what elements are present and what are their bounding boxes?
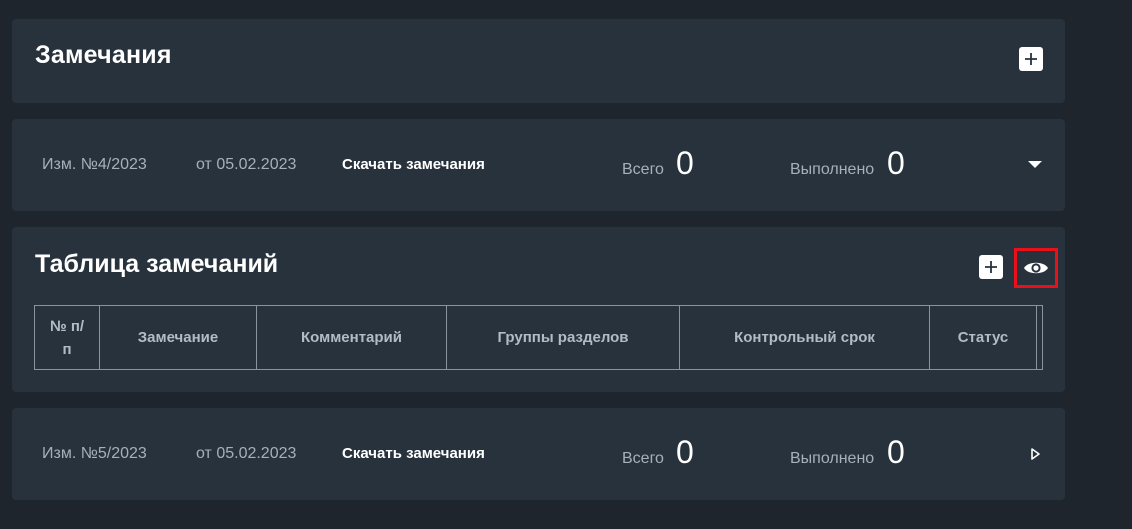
remarks-table: № п/п Замечание Комментарий Группы разде…	[34, 305, 1043, 370]
remarks-header-card: Замечания	[12, 19, 1065, 103]
total-label: Всего	[622, 450, 664, 467]
remarks-table-card: Таблица замечаний № п/п Замечание Коммен…	[12, 227, 1065, 392]
done-label: Выполнено	[790, 161, 875, 178]
done-value: 0	[887, 434, 905, 470]
done-label: Выполнено	[790, 450, 875, 467]
add-table-row-button[interactable]	[979, 255, 1003, 279]
total-value: 0	[676, 434, 694, 470]
table-title: Таблица замечаний	[35, 250, 279, 278]
page-title: Замечания	[35, 41, 172, 69]
column-header-number[interactable]: № п/п	[34, 305, 100, 370]
revision-date: от 05.02.2023	[196, 445, 297, 462]
eye-icon	[1024, 262, 1048, 274]
view-button[interactable]	[1014, 248, 1058, 288]
column-header-status[interactable]: Статус	[929, 305, 1037, 370]
download-remarks-link[interactable]: Скачать замечания	[342, 445, 485, 462]
column-header-deadline[interactable]: Контрольный срок	[679, 305, 930, 370]
total-value: 0	[676, 145, 694, 181]
add-remark-button[interactable]	[1019, 47, 1043, 71]
column-header-remark[interactable]: Замечание	[99, 305, 257, 370]
column-header-extra	[1036, 305, 1043, 370]
revision-row[interactable]: Изм. №4/2023 от 05.02.2023 Скачать замеч…	[12, 119, 1065, 211]
expand-toggle-button[interactable]	[1026, 446, 1044, 462]
revision-code: Изм. №4/2023	[42, 156, 147, 173]
done-value: 0	[887, 145, 905, 181]
table-header-row: № п/п Замечание Комментарий Группы разде…	[34, 305, 1043, 370]
column-header-comment[interactable]: Комментарий	[256, 305, 447, 370]
revision-row[interactable]: Изм. №5/2023 от 05.02.2023 Скачать замеч…	[12, 408, 1065, 500]
download-remarks-link[interactable]: Скачать замечания	[342, 156, 485, 173]
plus-icon	[985, 261, 997, 273]
collapse-toggle-button[interactable]	[1026, 157, 1044, 173]
plus-icon	[1025, 53, 1037, 65]
revision-code: Изм. №5/2023	[42, 445, 147, 462]
caret-down-icon	[1028, 161, 1042, 168]
caret-right-icon	[1031, 448, 1040, 460]
total-label: Всего	[622, 161, 664, 178]
column-header-section-groups[interactable]: Группы разделов	[446, 305, 680, 370]
revision-date: от 05.02.2023	[196, 156, 297, 173]
column-header-label: № п/п	[49, 317, 85, 358]
